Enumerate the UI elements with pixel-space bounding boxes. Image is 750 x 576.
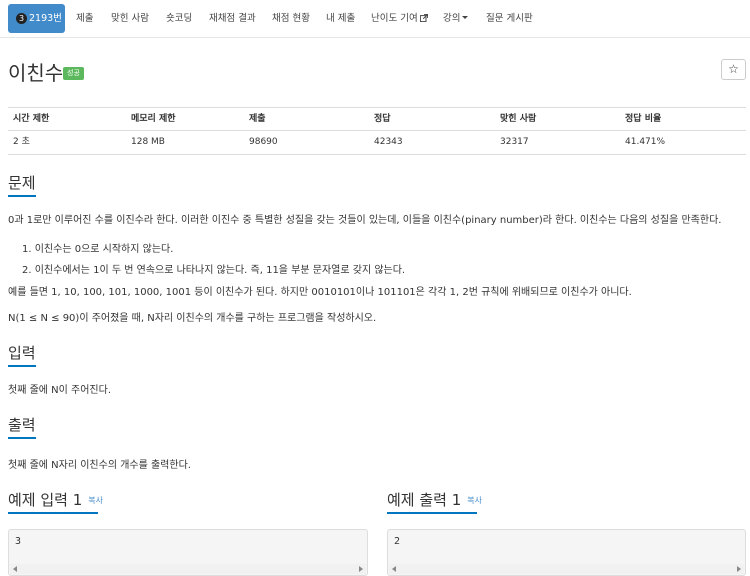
value-submissions: 98690: [249, 137, 278, 147]
scroll-left-icon[interactable]: [13, 566, 17, 572]
nav-tab-submit[interactable]: 제출: [76, 4, 93, 33]
header-submissions: 제출: [249, 114, 266, 124]
section-underline: [8, 365, 36, 367]
star-icon: ☆: [728, 62, 739, 76]
output-section-title: 출력: [8, 416, 36, 434]
nav-tab-problem[interactable]: 3 2193번: [8, 4, 65, 33]
value-memory-limit: 128 MB: [131, 137, 165, 147]
problem-nav: 3 2193번 제출 맞힌 사람 숏코딩 재채점 결과 채점 현황 내 제출 난이…: [0, 0, 750, 38]
sample-output-box[interactable]: 2: [387, 529, 746, 576]
horizontal-scrollbar[interactable]: [10, 564, 366, 574]
header-ratio: 정답 비율: [625, 114, 662, 124]
nav-tab-solvers[interactable]: 맞힌 사람: [111, 4, 149, 33]
problem-title: 이친수: [8, 61, 64, 85]
problem-rule-1-text: 이친수는 0으로 시작하지 않는다.: [34, 244, 174, 255]
problem-rule-1: 1. 이친수는 0으로 시작하지 않는다.: [22, 244, 174, 255]
sample-input-box[interactable]: 3: [8, 529, 368, 576]
nav-tab-lectures[interactable]: 강의: [443, 4, 469, 33]
sample-output-value: 2: [394, 536, 401, 547]
nav-tab-problem-label: 2193번: [29, 13, 62, 24]
section-underline: [387, 512, 477, 514]
section-underline: [8, 512, 98, 514]
input-section-title: 입력: [8, 344, 36, 362]
nav-tab-status[interactable]: 채점 현황: [272, 4, 310, 33]
nav-tab-my-submissions[interactable]: 내 제출: [326, 4, 355, 33]
nav-tab-difficulty[interactable]: 난이도 기여: [371, 4, 428, 33]
horizontal-scrollbar[interactable]: [389, 564, 744, 574]
value-accepted: 42343: [374, 137, 403, 147]
nav-tab-rejudge[interactable]: 재채점 결과: [209, 4, 256, 33]
problem-description: 0과 1로만 이루어진 수를 이진수라 한다. 이러한 이진수 중 특별한 성질…: [8, 215, 722, 226]
problem-rule-2-text: 이친수에서는 1이 두 번 연속으로 나타나지 않는다. 즉, 11을 부분 문…: [34, 265, 406, 276]
value-solvers: 32317: [500, 137, 529, 147]
sample-input-value: 3: [15, 536, 22, 547]
problem-rule-2: 2. 이친수에서는 1이 두 번 연속으로 나타나지 않는다. 즉, 11을 부…: [22, 265, 406, 276]
copy-sample-input-link[interactable]: 복사: [88, 496, 103, 505]
problem-example: 예를 들면 1, 10, 100, 101, 1000, 1001 등이 이친수…: [8, 287, 632, 298]
header-time-limit: 시간 제한: [13, 114, 50, 124]
input-description: 첫째 줄에 N이 주어진다.: [8, 385, 111, 396]
tier-badge: 3: [16, 13, 27, 24]
status-badge: 성공: [63, 67, 84, 80]
section-underline: [8, 437, 36, 439]
sample-output-title: 예제 출력 1 복사: [387, 489, 482, 510]
favorite-star-button[interactable]: ☆: [721, 59, 746, 80]
header-accepted: 정답: [374, 114, 391, 124]
scroll-right-icon[interactable]: [359, 566, 363, 572]
problem-task: N(1 ≤ N ≤ 90)이 주어졌을 때, N자리 이친수의 개수를 구하는 …: [8, 313, 377, 324]
problem-section-title: 문제: [8, 174, 36, 192]
scroll-left-icon[interactable]: [392, 566, 396, 572]
nav-tab-shortcoding[interactable]: 숏코딩: [166, 4, 192, 33]
chevron-down-icon: [462, 16, 469, 19]
nav-tab-questions[interactable]: 질문 게시판: [486, 4, 533, 33]
nav-tab-difficulty-label: 난이도 기여: [371, 13, 418, 24]
sample-output-title-text: 예제 출력 1: [387, 491, 462, 509]
copy-sample-output-link[interactable]: 복사: [467, 496, 482, 505]
section-underline: [8, 195, 36, 197]
info-table-row: 2 초 128 MB 98690 42343 32317 41.471%: [8, 131, 746, 155]
value-ratio: 41.471%: [625, 137, 666, 147]
scroll-right-icon[interactable]: [737, 566, 741, 572]
nav-tab-lectures-label: 강의: [443, 13, 461, 24]
sample-input-title-text: 예제 입력 1: [8, 491, 83, 509]
external-link-icon: [419, 14, 428, 22]
sample-input-title: 예제 입력 1 복사: [8, 489, 103, 510]
header-solvers: 맞힌 사람: [500, 114, 537, 124]
problem-info-table: 시간 제한 메모리 제한 제출 정답 맞힌 사람 정답 비율 2 초 128 M…: [8, 107, 746, 155]
output-description: 첫째 줄에 N자리 이친수의 개수를 출력한다.: [8, 460, 191, 471]
header-memory-limit: 메모리 제한: [131, 114, 176, 124]
info-table-header: 시간 제한 메모리 제한 제출 정답 맞힌 사람 정답 비율: [8, 107, 746, 131]
value-time-limit: 2 초: [13, 137, 30, 147]
